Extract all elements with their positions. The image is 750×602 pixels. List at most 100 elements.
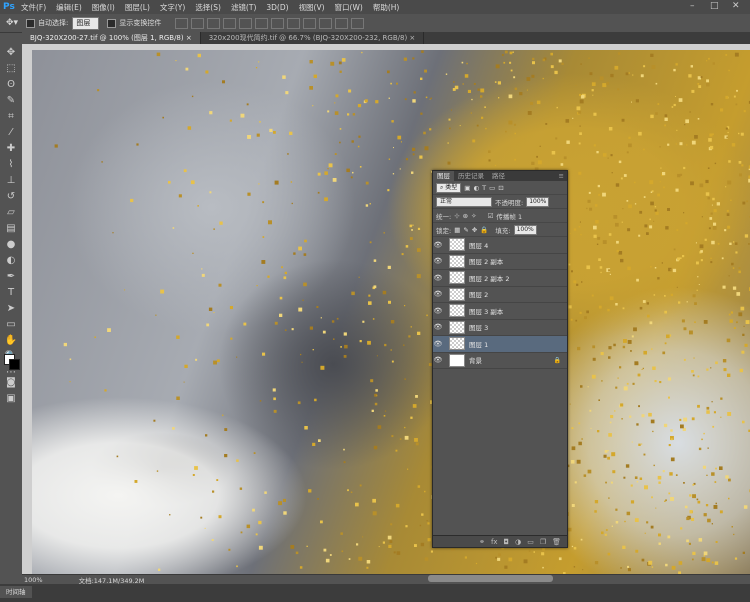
new-layer-icon[interactable]: ❐ — [540, 538, 546, 546]
hand-tool-icon[interactable]: ✋ — [4, 334, 18, 348]
filter-pixel-icon[interactable]: ▣ — [464, 184, 470, 192]
align-top-icon[interactable] — [175, 17, 189, 29]
layer-row[interactable]: 👁 背景 🔒 — [433, 353, 567, 369]
minimize-icon[interactable]: – — [690, 1, 695, 11]
visibility-eye-icon[interactable]: 👁 — [433, 340, 443, 348]
layer-name[interactable]: 图层 3 副本 — [469, 306, 503, 316]
distribute-hcenter-icon[interactable] — [335, 17, 349, 29]
stamp-tool-icon[interactable]: ⊥ — [4, 174, 18, 188]
menu-3d[interactable]: 3D(D) — [266, 3, 288, 12]
tab-layers[interactable]: 图层 — [433, 171, 454, 181]
tab-document-2[interactable]: 320x200现代简约.tif @ 66.7% (BJQ-320X200-232… — [201, 32, 425, 44]
layer-name[interactable]: 图层 2 — [469, 289, 488, 299]
layer-name[interactable]: 图层 2 副本 — [469, 256, 503, 266]
path-select-tool-icon[interactable]: ➤ — [4, 302, 18, 316]
layer-thumbnail[interactable] — [449, 337, 465, 351]
tab-history[interactable]: 历史记录 — [454, 171, 488, 181]
layer-thumbnail[interactable] — [449, 271, 465, 285]
layer-name[interactable]: 图层 4 — [469, 240, 488, 250]
menu-filter[interactable]: 滤镜(T) — [231, 2, 256, 13]
layer-thumbnail[interactable] — [449, 304, 465, 318]
align-left-icon[interactable] — [223, 17, 237, 29]
fill-input[interactable]: 100% — [513, 224, 537, 235]
show-transform-checkbox[interactable] — [107, 18, 117, 28]
visibility-eye-icon[interactable]: 👁 — [433, 241, 443, 249]
crop-tool-icon[interactable]: ⌗ — [4, 110, 18, 124]
filter-adjust-icon[interactable]: ◐ — [473, 184, 479, 192]
visibility-eye-icon[interactable]: 👁 — [433, 356, 443, 364]
lock-all-icon[interactable]: 🔒 — [480, 226, 488, 234]
visibility-eye-icon[interactable]: 👁 — [433, 323, 443, 331]
auto-select-dropdown[interactable]: 图层 — [72, 16, 100, 30]
filter-smart-icon[interactable]: ⊡ — [498, 184, 503, 192]
align-bottom-icon[interactable] — [207, 17, 221, 29]
mask-icon[interactable]: ◘ — [504, 538, 510, 546]
opacity-input[interactable]: 100% — [526, 196, 550, 207]
adjustment-icon[interactable]: ◑ — [515, 538, 521, 546]
layer-row[interactable]: 👁 图层 3 — [433, 320, 567, 336]
layer-thumbnail[interactable] — [449, 254, 465, 268]
visibility-eye-icon[interactable]: 👁 — [433, 307, 443, 315]
blur-tool-icon[interactable]: ● — [4, 238, 18, 252]
layer-name[interactable]: 图层 2 副本 2 — [469, 273, 509, 283]
menu-layer[interactable]: 图层(L) — [125, 2, 150, 13]
auto-select-checkbox[interactable] — [26, 18, 36, 28]
move-tool-icon[interactable]: ✥▾ — [6, 18, 18, 28]
align-vcenter-icon[interactable] — [191, 17, 205, 29]
menu-window[interactable]: 窗口(W) — [335, 2, 363, 13]
pen-tool-icon[interactable]: ✒ — [4, 270, 18, 284]
zoom-level[interactable]: 100% — [24, 576, 43, 584]
align-right-icon[interactable] — [255, 17, 269, 29]
screen-mode-icon[interactable]: ▣ — [4, 392, 18, 406]
quick-mask-icon[interactable]: ◙ — [4, 376, 18, 390]
distribute-top-icon[interactable] — [271, 17, 285, 29]
lock-position-icon[interactable]: ✥ — [472, 226, 477, 234]
layer-thumbnail[interactable] — [449, 238, 465, 252]
brush-tool-icon[interactable]: ⌇ — [4, 158, 18, 172]
menu-image[interactable]: 图像(I) — [92, 2, 115, 13]
horizontal-scrollbar[interactable] — [428, 575, 553, 582]
menu-file[interactable]: 文件(F) — [21, 2, 46, 13]
layer-row[interactable]: 👁 图层 2 副本 2 — [433, 270, 567, 287]
layer-thumbnail[interactable] — [449, 320, 465, 334]
maximize-icon[interactable]: □ — [710, 1, 719, 11]
marquee-tool-icon[interactable]: ⬚ — [4, 62, 18, 76]
filter-shape-icon[interactable]: ▭ — [489, 184, 495, 192]
link-icon[interactable]: ⚭ — [479, 538, 485, 546]
layer-filter-dropdown[interactable]: ⌕ 类型 — [436, 182, 462, 193]
close-icon[interactable]: ✕ — [732, 1, 740, 11]
layer-row[interactable]: 👁 图层 2 — [433, 287, 567, 303]
tab-timeline[interactable]: 时间轴 — [0, 586, 32, 598]
visibility-eye-icon[interactable]: 👁 — [433, 290, 443, 298]
tab-document-1[interactable]: BJQ-320X200-27.tif @ 100% (图层 1, RGB/8) … — [22, 32, 201, 44]
eyedropper-tool-icon[interactable]: ⁄ — [4, 126, 18, 140]
propagate-checkbox[interactable]: ☑ — [488, 212, 494, 220]
visibility-eye-icon[interactable]: 👁 — [433, 274, 443, 282]
layer-row[interactable]: 👁 图层 3 副本 — [433, 303, 567, 320]
healing-tool-icon[interactable]: ✚ — [4, 142, 18, 156]
distribute-vcenter-icon[interactable] — [287, 17, 301, 29]
quick-select-tool-icon[interactable]: ✎ — [4, 94, 18, 108]
layer-row[interactable]: 👁 图层 4 — [433, 237, 567, 254]
menu-type[interactable]: 文字(Y) — [160, 2, 185, 13]
distribute-left-icon[interactable] — [319, 17, 333, 29]
background-color-swatch[interactable] — [9, 359, 20, 370]
menu-help[interactable]: 帮助(H) — [373, 2, 400, 13]
shape-tool-icon[interactable]: ▭ — [4, 318, 18, 332]
distribute-bottom-icon[interactable] — [303, 17, 317, 29]
panel-menu-icon[interactable]: ≡ — [559, 172, 564, 180]
document-canvas[interactable] — [32, 50, 750, 574]
move-tool-icon[interactable]: ✥ — [4, 46, 18, 60]
type-tool-icon[interactable]: T — [4, 286, 18, 300]
menu-view[interactable]: 视图(V) — [299, 2, 325, 13]
distribute-right-icon[interactable] — [351, 17, 365, 29]
filter-type-icon[interactable]: T — [482, 184, 486, 192]
layer-thumbnail[interactable] — [449, 353, 465, 367]
blend-mode-dropdown[interactable]: 正常 — [436, 196, 492, 207]
tab-paths[interactable]: 路径 — [488, 171, 509, 181]
layer-name[interactable]: 背景 — [469, 355, 482, 365]
lock-pixels-icon[interactable]: ✎ — [463, 226, 468, 234]
layer-thumbnail[interactable] — [449, 287, 465, 301]
history-brush-tool-icon[interactable]: ↺ — [4, 190, 18, 204]
trash-icon[interactable]: 🗑 — [552, 538, 561, 546]
